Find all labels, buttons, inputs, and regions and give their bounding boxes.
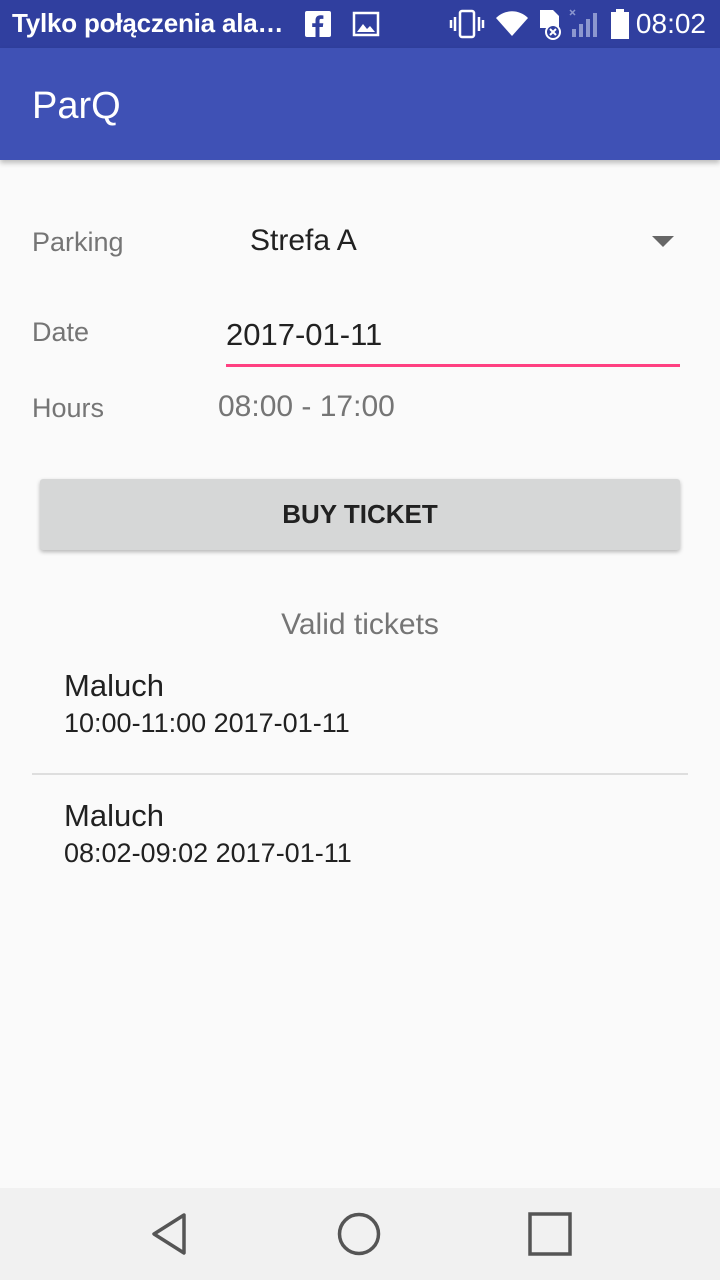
navigation-bar bbox=[0, 1188, 720, 1280]
valid-tickets-title: Valid tickets bbox=[281, 608, 439, 641]
image-icon bbox=[352, 8, 380, 40]
ticket-name: Maluch bbox=[64, 798, 164, 833]
ticket-name: Maluch bbox=[64, 668, 164, 703]
wifi-icon bbox=[495, 8, 529, 40]
date-field[interactable] bbox=[226, 305, 680, 367]
status-notification-text: Tylko połączenia alarmowe bbox=[12, 8, 287, 38]
signal-icon bbox=[569, 8, 601, 40]
back-icon[interactable] bbox=[125, 1198, 215, 1270]
list-divider bbox=[32, 773, 688, 775]
vibrate-icon bbox=[449, 8, 485, 40]
status-time: 08:02 bbox=[635, 8, 706, 39]
date-label: Date bbox=[32, 317, 90, 347]
ticket-time: 08:02-09:02 2017-01-11 bbox=[64, 838, 352, 868]
parking-label: Parking bbox=[32, 227, 124, 257]
dropdown-arrow-icon bbox=[652, 236, 674, 247]
status-bar: Tylko połączenia alarmowe 08:02 bbox=[0, 0, 720, 48]
parking-spinner-value: Strefa A bbox=[250, 224, 357, 257]
buy-ticket-button[interactable]: BUY TICKET bbox=[40, 479, 680, 550]
battery-icon bbox=[610, 8, 630, 40]
list-item[interactable]: Maluch 10:00-11:00 2017-01-11 bbox=[0, 668, 720, 798]
hours-value: 08:00 - 17:00 bbox=[218, 390, 395, 423]
recents-icon[interactable] bbox=[505, 1198, 595, 1270]
app-title: ParQ bbox=[32, 85, 121, 127]
ticket-time: 10:00-11:00 2017-01-11 bbox=[64, 708, 350, 738]
sd-card-icon bbox=[537, 8, 565, 40]
app-bar: ParQ bbox=[0, 48, 720, 160]
hours-label: Hours bbox=[32, 393, 105, 423]
list-item[interactable]: Maluch 08:02-09:02 2017-01-11 bbox=[0, 798, 720, 928]
facebook-icon bbox=[304, 8, 332, 40]
home-icon[interactable] bbox=[314, 1198, 404, 1270]
